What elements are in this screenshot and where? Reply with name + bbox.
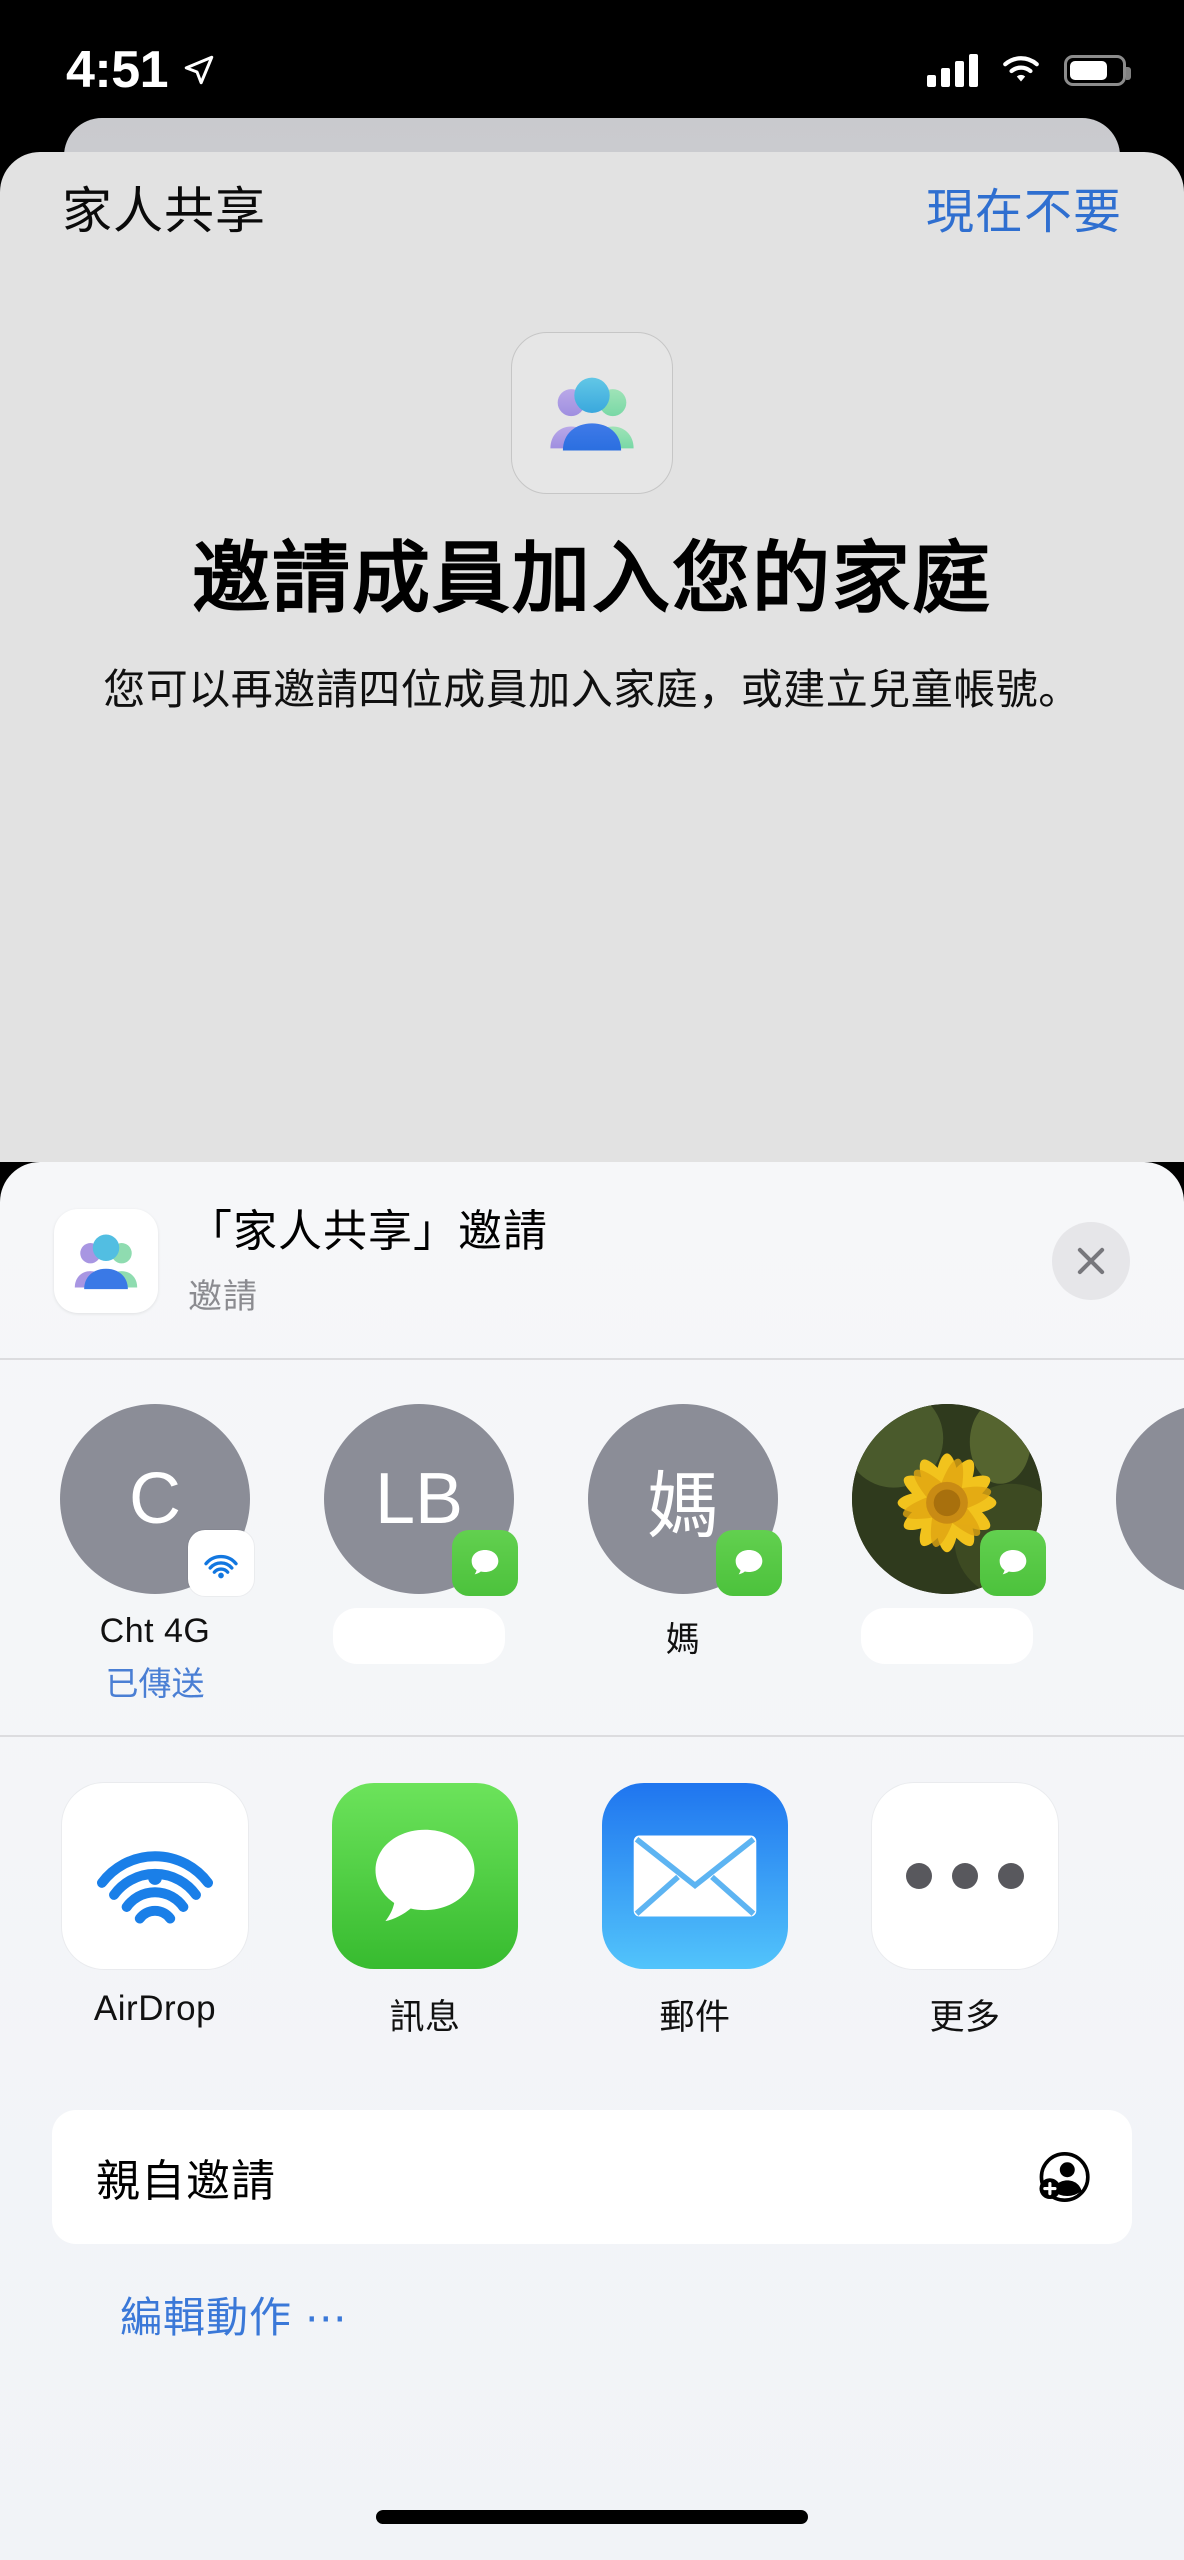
family-sharing-icon: [54, 1209, 158, 1313]
airdrop-icon: [62, 1783, 248, 1969]
share-sheet-title-block: 「家人共享」邀請 邀請: [188, 1204, 1022, 1318]
home-indicator[interactable]: [376, 2510, 808, 2524]
share-sheet-header: 「家人共享」邀請 邀請: [0, 1162, 1184, 1358]
messages-icon: [716, 1530, 782, 1596]
avatar-wrap: [1116, 1404, 1184, 1594]
battery-icon: [1064, 54, 1131, 86]
contact-name: 媽: [665, 1621, 701, 1659]
location-arrow-icon: [184, 55, 214, 85]
wifi-icon: [1003, 56, 1039, 82]
contacts-row[interactable]: C Cht 4G 已傳送 LB 媽 媽: [0, 1360, 1184, 1735]
airdrop-icon: [188, 1530, 254, 1596]
contact-name-redacted: [333, 1608, 505, 1664]
action-label: 親自邀請: [96, 2157, 276, 2206]
share-sheet-title: 「家人共享」邀請: [188, 1207, 548, 1256]
avatar: [1116, 1404, 1184, 1594]
status-bar-left: 4:51: [66, 40, 216, 100]
avatar-wrap: LB: [324, 1404, 518, 1596]
contact-item[interactable]: C Cht 4G 已傳送: [46, 1404, 264, 1705]
more-ellipsis-icon: [872, 1783, 1058, 1969]
contact-item-partial[interactable]: [1102, 1404, 1184, 1705]
nav-bar: 家人共享 現在不要: [0, 152, 1184, 262]
contact-name-redacted: [861, 1608, 1033, 1664]
hero-subtitle: 您可以再邀請四位成員加入家庭，或建立兒童帳號。: [103, 666, 1081, 714]
status-bar-right: [927, 53, 1131, 87]
hero-section: 邀請成員加入您的家庭 您可以再邀請四位成員加入家庭，或建立兒童帳號。: [0, 332, 1184, 720]
status-bar-clock: 4:51: [66, 41, 169, 99]
messages-icon: [980, 1530, 1046, 1596]
share-sheet: 「家人共享」邀請 邀請 C Cht 4G 已傳送 LB 媽 媽 AirDrop …: [0, 1162, 1184, 2560]
apps-row[interactable]: AirDrop 訊息 郵件 更多: [0, 1737, 1184, 2066]
iphone-screen: 4:51 家人共享 現在不要 邀請成員加入您的家庭 您可以再邀請四位成員加入家庭…: [0, 0, 1184, 2560]
close-icon: [1077, 1247, 1105, 1275]
contact-item[interactable]: LB: [310, 1404, 528, 1705]
app-label: 更多: [929, 1998, 1001, 2037]
messages-icon: [332, 1783, 518, 1969]
contact-item[interactable]: 媽 媽: [574, 1404, 792, 1705]
edit-actions-button[interactable]: 編輯動作 ⋯: [52, 2244, 1132, 2345]
not-now-button[interactable]: 現在不要: [926, 172, 1122, 242]
actions-section: 親自邀請 編輯動作 ⋯: [0, 2066, 1184, 2345]
app-label: 郵件: [659, 1998, 731, 2037]
app-label: AirDrop: [93, 1989, 217, 2028]
messages-icon: [452, 1530, 518, 1596]
person-add-icon: [1039, 2151, 1090, 2203]
app-item-messages[interactable]: 訊息: [316, 1783, 534, 2040]
app-item-mail[interactable]: 郵件: [586, 1783, 804, 2040]
family-sharing-icon: [511, 332, 673, 494]
contact-status: 已傳送: [105, 1665, 205, 1702]
hero-title: 邀請成員加入您的家庭: [191, 534, 992, 622]
contact-item[interactable]: [838, 1404, 1056, 1705]
cellular-signal-icon: [927, 53, 978, 87]
share-sheet-subtitle: 邀請: [188, 1278, 258, 1316]
app-label: 訊息: [389, 1998, 461, 2037]
avatar-wrap: [852, 1404, 1046, 1596]
family-sharing-card: 家人共享 現在不要 邀請成員加入您的家庭 您可以再邀請四位成員加入家庭，或建立兒…: [0, 152, 1184, 1162]
avatar-wrap: C: [60, 1404, 254, 1596]
mail-icon: [602, 1783, 788, 1969]
avatar-wrap: 媽: [588, 1404, 782, 1596]
page-title: 家人共享: [62, 183, 266, 239]
invite-in-person-action[interactable]: 親自邀請: [52, 2110, 1132, 2244]
status-bar: 4:51: [0, 0, 1184, 140]
contact-name: Cht 4G: [99, 1612, 211, 1650]
close-button[interactable]: [1052, 1222, 1130, 1300]
app-item-more[interactable]: 更多: [856, 1783, 1074, 2040]
app-item-airdrop[interactable]: AirDrop: [46, 1783, 264, 2040]
